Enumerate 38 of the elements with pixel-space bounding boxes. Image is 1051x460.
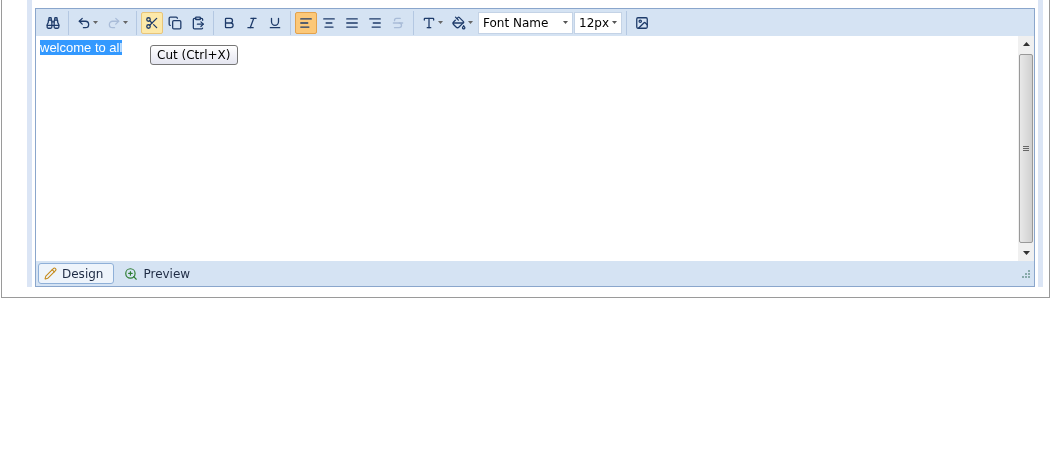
tooltip: Cut (Ctrl+X)	[150, 45, 238, 65]
scrollbar[interactable]	[1018, 36, 1034, 261]
caret-icon	[93, 21, 98, 24]
image-icon	[635, 15, 649, 30]
copy-icon	[168, 15, 182, 30]
pencil-icon	[44, 267, 57, 280]
grip-lines-icon	[1023, 146, 1029, 151]
paint-bucket-icon	[452, 15, 466, 30]
magnifier-icon	[124, 266, 139, 281]
font-name-select[interactable]: Font Name	[478, 11, 573, 34]
italic-icon	[245, 15, 259, 30]
editor-text: welcome to all	[40, 40, 123, 55]
mode-tab[interactable]: Preview	[118, 263, 202, 284]
scissors-icon	[145, 15, 159, 30]
underline-icon	[268, 15, 282, 30]
undo-icon	[77, 15, 91, 30]
scroll-up-icon[interactable]	[1022, 42, 1030, 46]
bold-icon	[222, 15, 236, 30]
font-size-select[interactable]: 12px	[574, 11, 622, 34]
find-icon	[46, 15, 60, 30]
scissors-button[interactable]	[141, 11, 163, 34]
mode-tab[interactable]: Design	[38, 263, 115, 284]
strikethrough-icon	[391, 15, 405, 30]
caret-icon	[468, 21, 473, 24]
align-left-button[interactable]	[295, 11, 317, 34]
caret-icon	[563, 21, 568, 24]
redo-icon	[107, 15, 121, 30]
align-right-icon	[368, 15, 382, 30]
caret-icon	[612, 21, 617, 24]
align-left-icon	[299, 15, 313, 30]
caret-icon	[123, 21, 128, 24]
justify-icon	[345, 15, 359, 30]
paste-icon	[191, 15, 205, 30]
scroll-down-icon[interactable]	[1022, 251, 1030, 255]
font-color-icon	[422, 15, 436, 30]
resize-grip-icon[interactable]	[1021, 269, 1030, 278]
caret-icon	[438, 21, 443, 24]
align-center-icon	[322, 15, 336, 30]
